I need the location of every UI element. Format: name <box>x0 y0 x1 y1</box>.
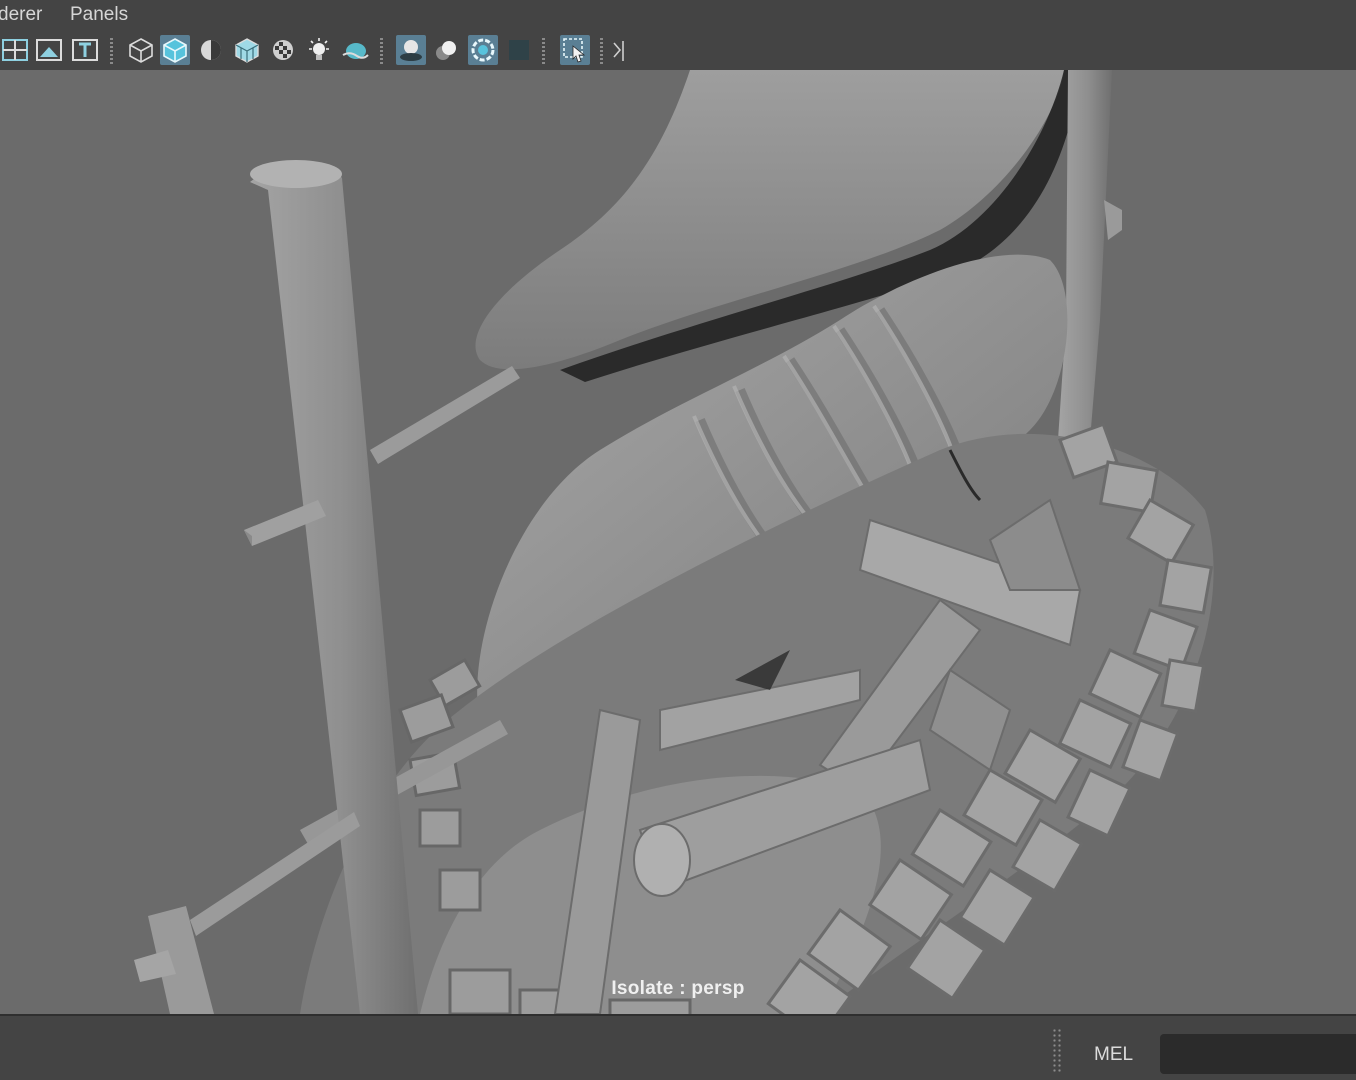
drag-handle[interactable] <box>1052 1028 1062 1074</box>
menu-renderer[interactable]: derer <box>0 4 42 26</box>
textured-cube-icon[interactable] <box>232 35 262 65</box>
scene-render <box>134 70 1214 1014</box>
script-language-toggle[interactable]: MEL <box>1094 1044 1133 1066</box>
command-input[interactable] <box>1160 1034 1356 1074</box>
text-icon[interactable] <box>70 35 100 65</box>
3d-viewport[interactable]: Isolate : persp <box>0 70 1356 1014</box>
toolbar-separator <box>110 38 113 64</box>
light-bulb-icon[interactable] <box>304 35 334 65</box>
wireframe-cube-icon[interactable] <box>126 35 156 65</box>
panel-layout-icon[interactable] <box>608 35 628 65</box>
toolbar-separator <box>380 38 383 64</box>
image-plane-icon[interactable] <box>34 35 64 65</box>
motion-blur-icon[interactable] <box>432 35 462 65</box>
toolbar-separator <box>542 38 545 64</box>
smooth-shade-cube-icon[interactable] <box>160 35 190 65</box>
grid-view-icon[interactable] <box>0 35 30 65</box>
viewport-toolbar <box>0 32 1356 70</box>
half-shaded-sphere-icon[interactable] <box>196 35 226 65</box>
anti-alias-icon[interactable] <box>468 35 498 65</box>
checker-icon[interactable] <box>268 35 298 65</box>
menu-panels[interactable]: Panels <box>70 4 128 26</box>
command-line-bar: MEL <box>0 1014 1356 1080</box>
dark-square-icon[interactable] <box>504 35 534 65</box>
toolbar-separator <box>600 38 603 64</box>
camera-isolate-label: Isolate : persp <box>611 978 745 999</box>
ambient-occlusion-icon[interactable] <box>396 35 426 65</box>
menu-bar: derer Panels <box>0 0 1356 32</box>
isolate-select-icon[interactable] <box>560 35 590 65</box>
fog-sphere-icon[interactable] <box>340 35 370 65</box>
